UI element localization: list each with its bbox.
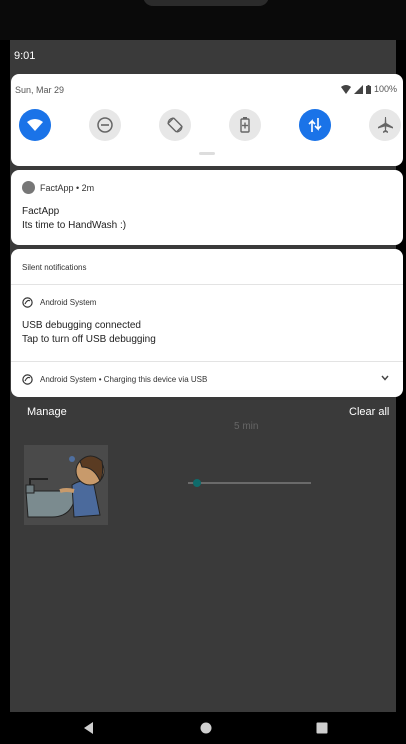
- factapp-notification[interactable]: FactApp • 2m FactApp Its time to HandWas…: [11, 170, 403, 245]
- timer-slider-track: [188, 482, 311, 484]
- mobile-data-tile[interactable]: [299, 109, 331, 141]
- divider: [11, 284, 403, 285]
- quick-settings-status-icons: 100%: [340, 84, 397, 94]
- factapp-icon: [22, 181, 35, 194]
- quick-settings-panel: Sun, Mar 29 100%: [11, 74, 403, 166]
- airplane-mode-tile[interactable]: [369, 109, 401, 141]
- silent-notifications-heading: Silent notifications: [22, 263, 87, 272]
- wifi-icon: [27, 119, 43, 131]
- timer-slider-thumb: [193, 479, 201, 487]
- timer-label: 5 min: [234, 421, 259, 432]
- battery-percentage: 100%: [373, 84, 397, 94]
- do-not-disturb-icon: [97, 117, 113, 133]
- android-system-icon: [22, 374, 33, 385]
- charging-notification-summary: Android System • Charging this device vi…: [40, 375, 208, 384]
- do-not-disturb-tile[interactable]: [89, 109, 121, 141]
- battery-icon: [365, 84, 371, 94]
- wifi-tile[interactable]: [19, 109, 51, 141]
- back-icon: [84, 722, 93, 734]
- battery-saver-icon: [240, 117, 250, 133]
- factapp-notification-title: FactApp: [22, 206, 60, 217]
- clear-all-button[interactable]: Clear all: [349, 406, 389, 418]
- battery-saver-tile[interactable]: [229, 109, 261, 141]
- quick-settings-drag-handle[interactable]: [199, 152, 215, 155]
- recents-icon: [316, 722, 328, 734]
- silent-notifications-group: Silent notifications Android System USB …: [11, 249, 403, 397]
- usb-notification-app-name: Android System: [40, 298, 97, 307]
- status-bar-time: 9:01: [14, 50, 36, 62]
- quick-settings-tiles: [19, 109, 401, 141]
- usb-notification-title: USB debugging connected: [22, 320, 141, 331]
- factapp-notification-text: Its time to HandWash :): [22, 220, 127, 231]
- handwash-illustration: [24, 445, 108, 525]
- auto-rotate-icon: [167, 117, 183, 133]
- chevron-down-icon[interactable]: [381, 375, 389, 381]
- airplane-mode-icon: [378, 117, 393, 133]
- home-button[interactable]: [199, 721, 213, 735]
- auto-rotate-tile[interactable]: [159, 109, 191, 141]
- camera-notch: [143, 0, 269, 6]
- manage-button[interactable]: Manage: [27, 406, 67, 418]
- navigation-bar: [0, 712, 406, 744]
- back-button[interactable]: [82, 721, 96, 735]
- quick-settings-date: Sun, Mar 29: [15, 85, 65, 95]
- device-top-bezel: [0, 0, 406, 40]
- home-icon: [200, 722, 212, 734]
- android-system-icon: [22, 297, 33, 308]
- factapp-notification-header: FactApp • 2m: [40, 183, 95, 193]
- usb-notification-text: Tap to turn off USB debugging: [22, 334, 156, 345]
- divider: [11, 361, 403, 362]
- wifi-signal-icon: [340, 84, 351, 94]
- recents-button[interactable]: [315, 721, 329, 735]
- mobile-data-icon: [308, 118, 322, 132]
- cell-signal-icon: [353, 84, 363, 94]
